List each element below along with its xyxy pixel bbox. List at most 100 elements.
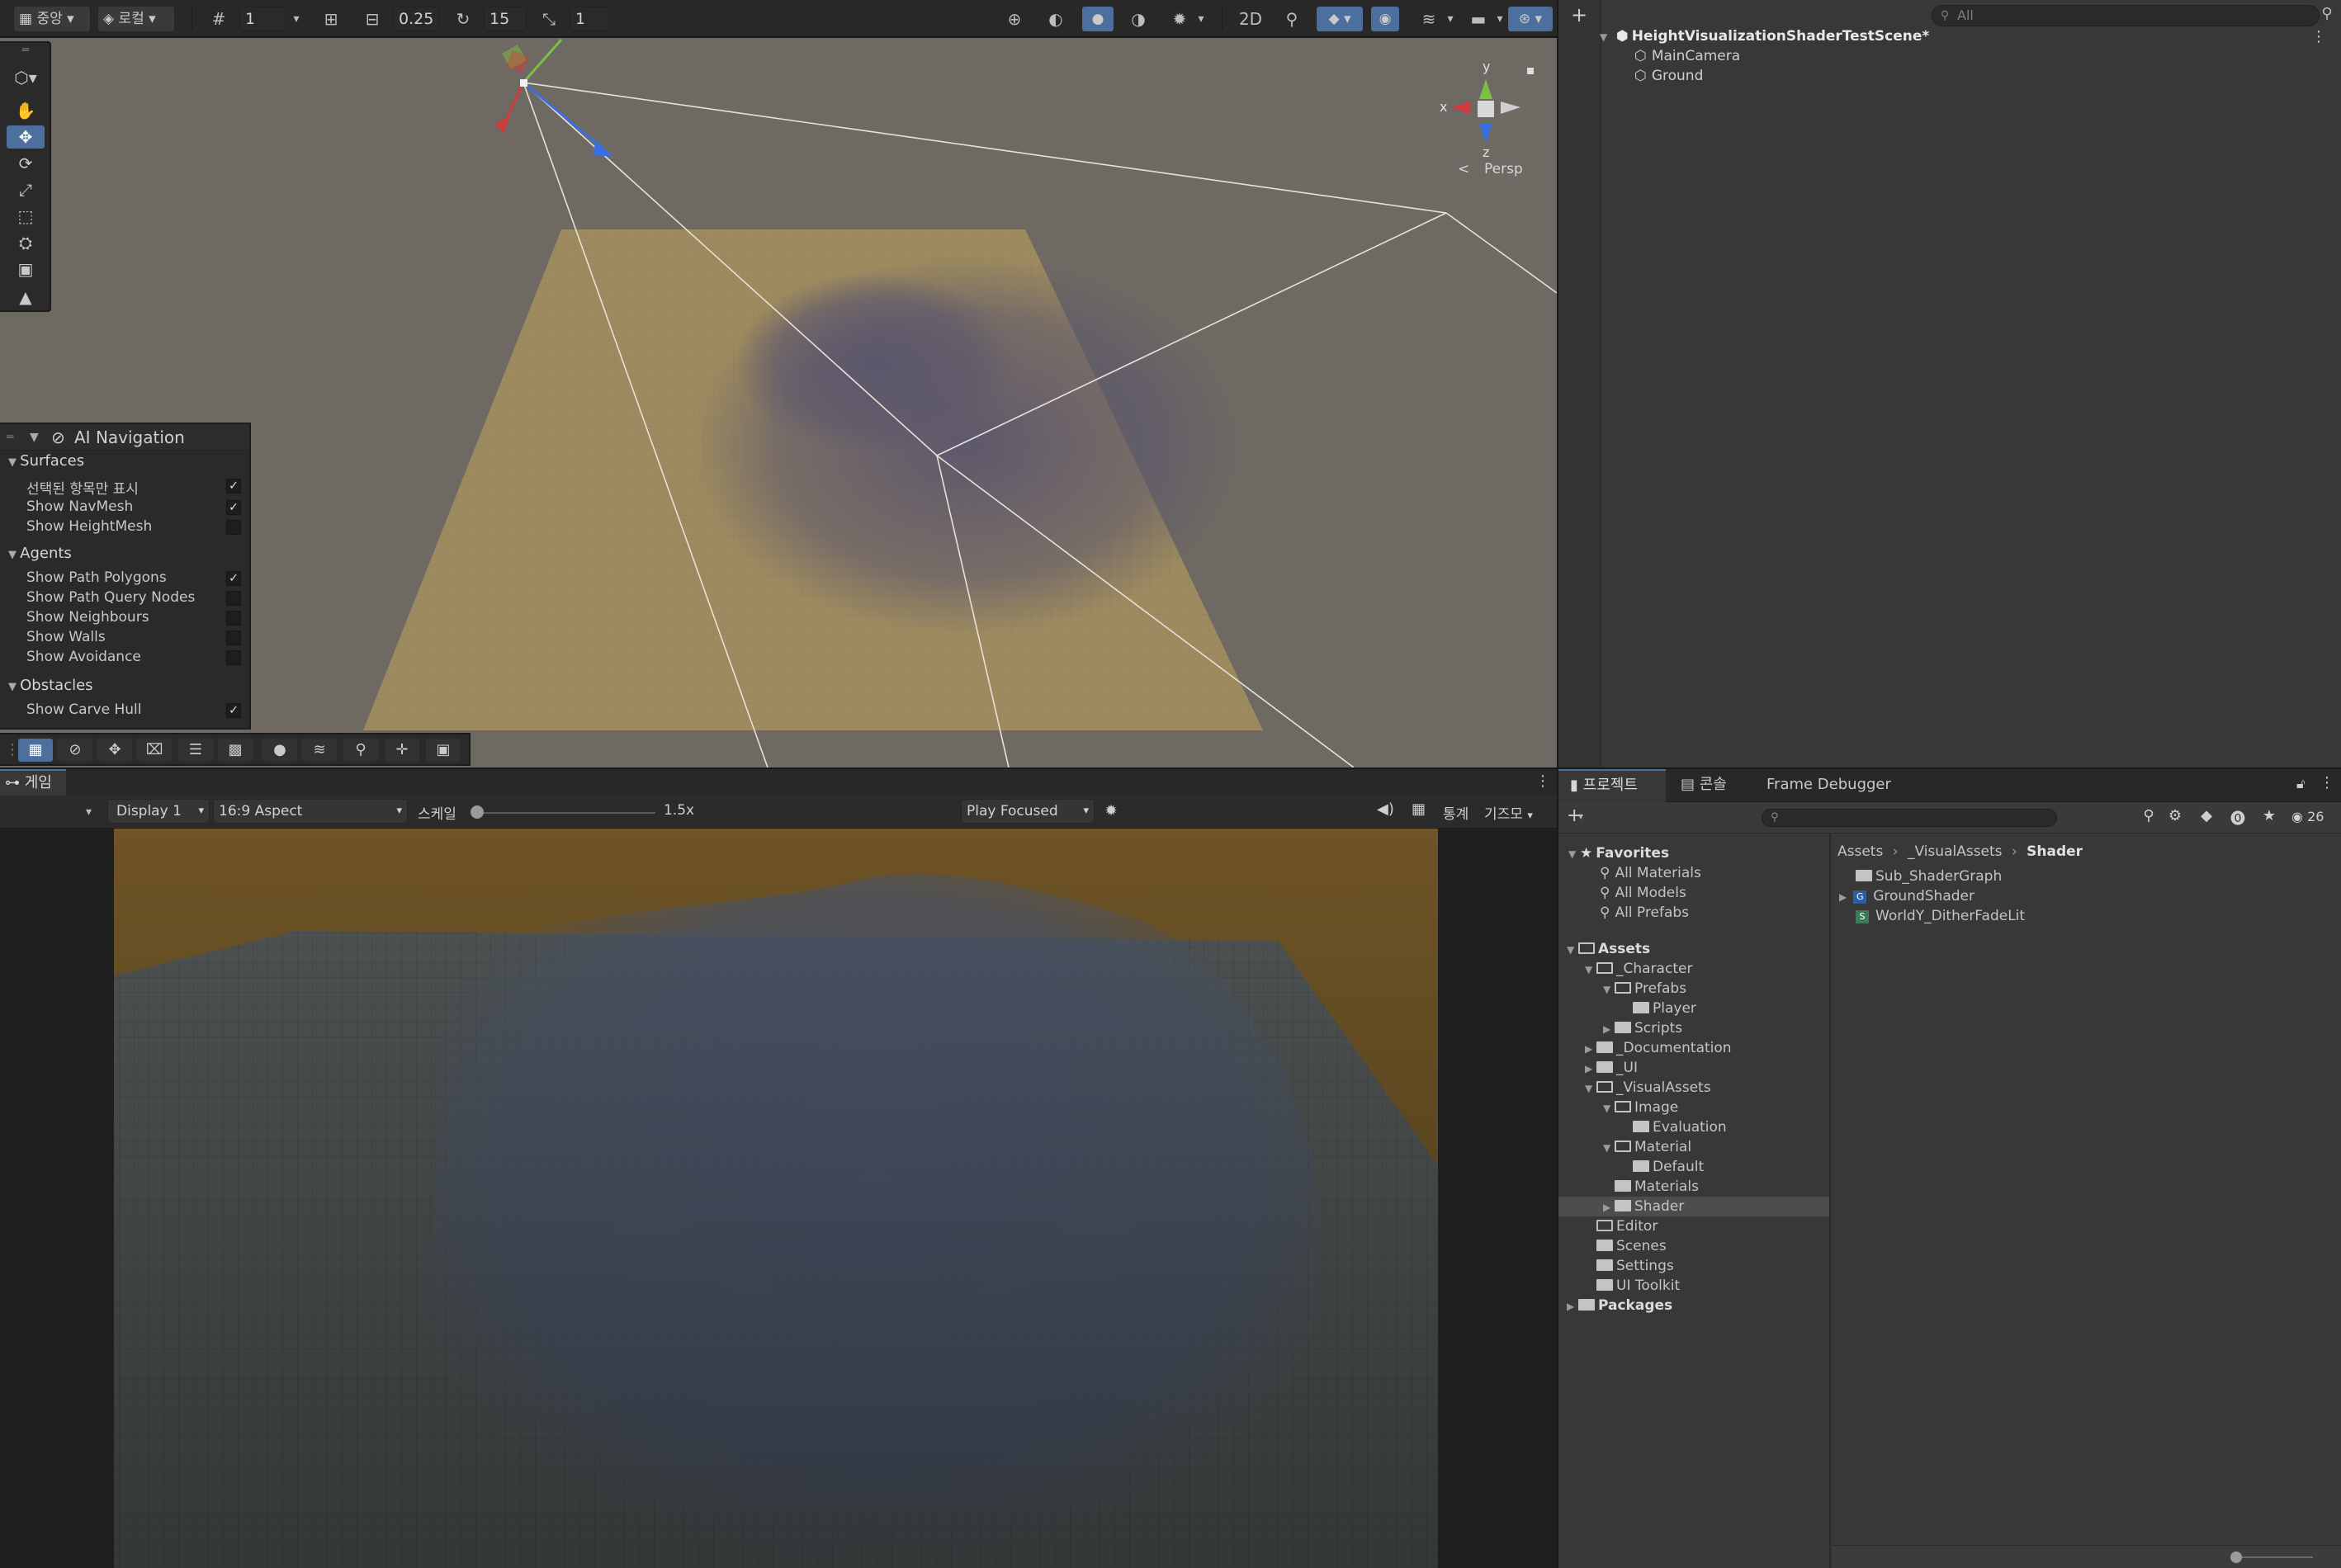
expand-arrow-icon[interactable]: ▶ bbox=[1585, 1063, 1596, 1074]
filter-by-label-icon[interactable]: ◆ bbox=[2196, 807, 2217, 824]
hierarchy-item-ground[interactable]: ⬡ Ground bbox=[1634, 68, 1703, 84]
asset-groundshader[interactable]: ▶ G GroundShader bbox=[1839, 888, 1974, 904]
tab-console[interactable]: ▤ 콘솔 bbox=[1681, 769, 1727, 802]
grid-snap-field[interactable]: 1 bbox=[239, 7, 286, 31]
expand-arrow-icon[interactable]: ▼ bbox=[1567, 944, 1578, 956]
drag-handle-icon[interactable]: ═ bbox=[7, 424, 13, 451]
breadcrumb-assets[interactable]: Assets bbox=[1837, 843, 1883, 860]
favorite-all-materials[interactable]: ⚲ All Materials bbox=[1600, 865, 1701, 881]
grid-visibility-icon[interactable]: ⊞ bbox=[319, 7, 343, 31]
expand-arrow-icon[interactable]: ▶ bbox=[1585, 1043, 1596, 1055]
display-dropdown[interactable]: Display 1 ▾ bbox=[107, 799, 210, 824]
tab-project[interactable]: ▮ 프로젝트 bbox=[1558, 769, 1666, 802]
hidden-packages-toggle[interactable]: ◉ 26 bbox=[2291, 809, 2324, 824]
favorite-all-models[interactable]: ⚲ All Models bbox=[1600, 885, 1686, 901]
grid-icon[interactable]: ▩ bbox=[218, 739, 253, 762]
tab-game[interactable]: ⊶ 게임 bbox=[0, 769, 66, 796]
space-toggle[interactable]: ◈ 로컬 ▾ bbox=[97, 6, 175, 32]
expand-arrow-icon[interactable]: ▶ bbox=[1839, 891, 1847, 903]
favorites-item[interactable]: ▼ ★ Favorites bbox=[1568, 845, 1669, 862]
aspect-dropdown[interactable]: 16:9 Aspect ▾ bbox=[213, 799, 408, 824]
scale-snap-icon[interactable]: ⤡ bbox=[537, 7, 561, 31]
navmesh-surface-icon[interactable]: ▦ bbox=[18, 739, 53, 762]
pivot-toggle[interactable]: ▦ 중앙 ▾ bbox=[13, 6, 91, 32]
unlit-mode-icon[interactable]: ◑ bbox=[1126, 7, 1151, 31]
scale-slider-track[interactable] bbox=[474, 812, 655, 814]
sphere-icon[interactable]: ● bbox=[262, 739, 297, 762]
show-walls-checkbox[interactable] bbox=[226, 631, 241, 645]
more-options-icon[interactable]: ⋮ bbox=[2320, 774, 2334, 791]
ai-navigation-header[interactable]: ═ ▼ ⊘ AI Navigation bbox=[0, 424, 249, 451]
tree-item-visualassets[interactable]: ▼ _VisualAssets bbox=[1585, 1079, 1711, 1096]
shaded-mode-icon[interactable]: ● bbox=[1081, 6, 1114, 32]
modifier-icon[interactable]: ⌧ bbox=[137, 739, 172, 762]
gizmos-dropdown[interactable]: 기즈모 ▾ bbox=[1484, 802, 1533, 823]
lighting-toggle-icon[interactable]: ⚲ bbox=[1279, 7, 1304, 31]
overlay-drag-handle[interactable]: ═ bbox=[7, 45, 45, 61]
hand-tool-icon[interactable]: ✋ bbox=[7, 99, 45, 122]
tree-item-image[interactable]: ▼ Image bbox=[1603, 1099, 1678, 1116]
view-options-icon[interactable]: ⬡▾ bbox=[7, 66, 45, 89]
tree-item-assets[interactable]: ▼ Assets bbox=[1567, 941, 1650, 957]
rotate-tool-icon[interactable]: ⟳ bbox=[7, 152, 45, 175]
ai-navigation-icon[interactable]: ⊘ bbox=[58, 739, 92, 762]
game-view-render[interactable] bbox=[0, 829, 1557, 1568]
play-mode-dropdown[interactable]: Play Focused ▾ bbox=[961, 799, 1095, 824]
tree-item-character[interactable]: ▼ _Character bbox=[1585, 961, 1692, 977]
scene-root-item[interactable]: ▼ ⬢ HeightVisualizationShaderTestScene* bbox=[1600, 28, 1929, 45]
custom-tool-icon[interactable]: ▣ bbox=[7, 257, 45, 281]
chevron-down-icon[interactable]: ▾ bbox=[1578, 810, 1583, 822]
lock-icon[interactable]: 🔓︎ bbox=[2296, 776, 2305, 792]
search-icon[interactable]: ⚲ bbox=[343, 739, 378, 762]
show-navmesh-checkbox[interactable]: ✓ bbox=[226, 500, 241, 515]
obstacles-group[interactable]: ▼ Obstacles bbox=[8, 677, 93, 694]
scale-slider-handle[interactable] bbox=[471, 805, 484, 819]
stats-button[interactable]: 통계 bbox=[1443, 802, 1468, 823]
transform-tool-icon[interactable]: ⛭ bbox=[7, 231, 45, 254]
show-path-query-nodes-checkbox[interactable] bbox=[226, 591, 241, 606]
tree-item-default[interactable]: Default bbox=[1621, 1159, 1704, 1175]
tree-item-packages[interactable]: ▶ Packages bbox=[1567, 1297, 1672, 1314]
chevron-down-icon[interactable]: ▾ bbox=[1189, 7, 1213, 31]
grid-snap-icon[interactable]: # bbox=[206, 7, 231, 31]
tab-frame-debugger[interactable]: Frame Debugger bbox=[1766, 769, 1891, 802]
layers-icon[interactable]: ≋ bbox=[302, 739, 337, 762]
breadcrumb-shader[interactable]: Shader bbox=[2027, 843, 2083, 860]
asset-sub-shadergraph[interactable]: Sub_ShaderGraph bbox=[1856, 868, 2002, 885]
expand-arrow-icon[interactable]: ▼ bbox=[1603, 984, 1615, 995]
projection-label[interactable]: Persp bbox=[1484, 161, 1523, 177]
chevron-down-icon[interactable]: ▾ bbox=[284, 7, 309, 31]
show-heightmesh-checkbox[interactable] bbox=[226, 520, 241, 535]
add-object-button[interactable]: + bbox=[1567, 3, 1591, 28]
gizmos-toggle-icon[interactable]: ⊛ ▾ bbox=[1507, 6, 1554, 32]
pivot-icon[interactable]: ✛ bbox=[385, 739, 419, 762]
audio-effects-icon[interactable]: ◆ ▾ bbox=[1316, 6, 1364, 32]
orientation-gizmo[interactable]: y x z Persp < bbox=[1428, 56, 1535, 180]
selected-only-checkbox[interactable]: ✓ bbox=[226, 479, 241, 494]
terrain-tool-icon[interactable]: ▲ bbox=[7, 286, 45, 309]
show-carve-hull-checkbox[interactable]: ✓ bbox=[226, 703, 241, 718]
expand-arrow-icon[interactable]: ▶ bbox=[1603, 1023, 1615, 1035]
favorite-all-prefabs[interactable]: ⚲ All Prefabs bbox=[1600, 904, 1689, 921]
scale-snap-field[interactable]: 1 bbox=[570, 7, 609, 31]
camera-preview-icon[interactable]: ▣ bbox=[426, 739, 461, 762]
more-options-icon[interactable]: ⋮ bbox=[2311, 28, 2326, 45]
expand-arrow-icon[interactable]: ▶ bbox=[1603, 1202, 1615, 1213]
breadcrumb-visualassets[interactable]: _VisualAssets bbox=[1908, 843, 2003, 860]
move-handles-icon[interactable]: ✥ bbox=[97, 739, 132, 762]
scale-tool-icon[interactable]: ⤢ bbox=[7, 178, 45, 201]
agents-group[interactable]: ▼ Agents bbox=[8, 545, 72, 562]
tree-item-player[interactable]: Player bbox=[1621, 1000, 1696, 1017]
tile-settings-icon[interactable]: ☰ bbox=[178, 739, 213, 762]
2d-toggle-icon[interactable]: 2D bbox=[1238, 7, 1263, 31]
tree-item-documentation[interactable]: ▶ _Documentation bbox=[1585, 1040, 1732, 1056]
tree-item-prefabs[interactable]: ▼ Prefabs bbox=[1603, 980, 1686, 997]
tree-item-scenes[interactable]: Scenes bbox=[1585, 1238, 1667, 1254]
shaded-wireframe-icon[interactable]: ◐ bbox=[1043, 7, 1068, 31]
scene-view[interactable]: y x z Persp < ▦ 중앙 ▾ ◈ 로컬 ▾ # 1 ▾ ⊞ ⊟ 0.… bbox=[0, 0, 1557, 767]
expand-arrow-icon[interactable]: ▼ bbox=[1568, 848, 1580, 860]
favorites-star-icon[interactable]: ★ bbox=[2258, 807, 2280, 824]
expand-arrow-icon[interactable]: ▼ bbox=[1600, 31, 1611, 43]
wireframe-shading-icon[interactable]: ⊕ bbox=[1002, 7, 1027, 31]
tree-item-materials[interactable]: Materials bbox=[1603, 1178, 1699, 1195]
